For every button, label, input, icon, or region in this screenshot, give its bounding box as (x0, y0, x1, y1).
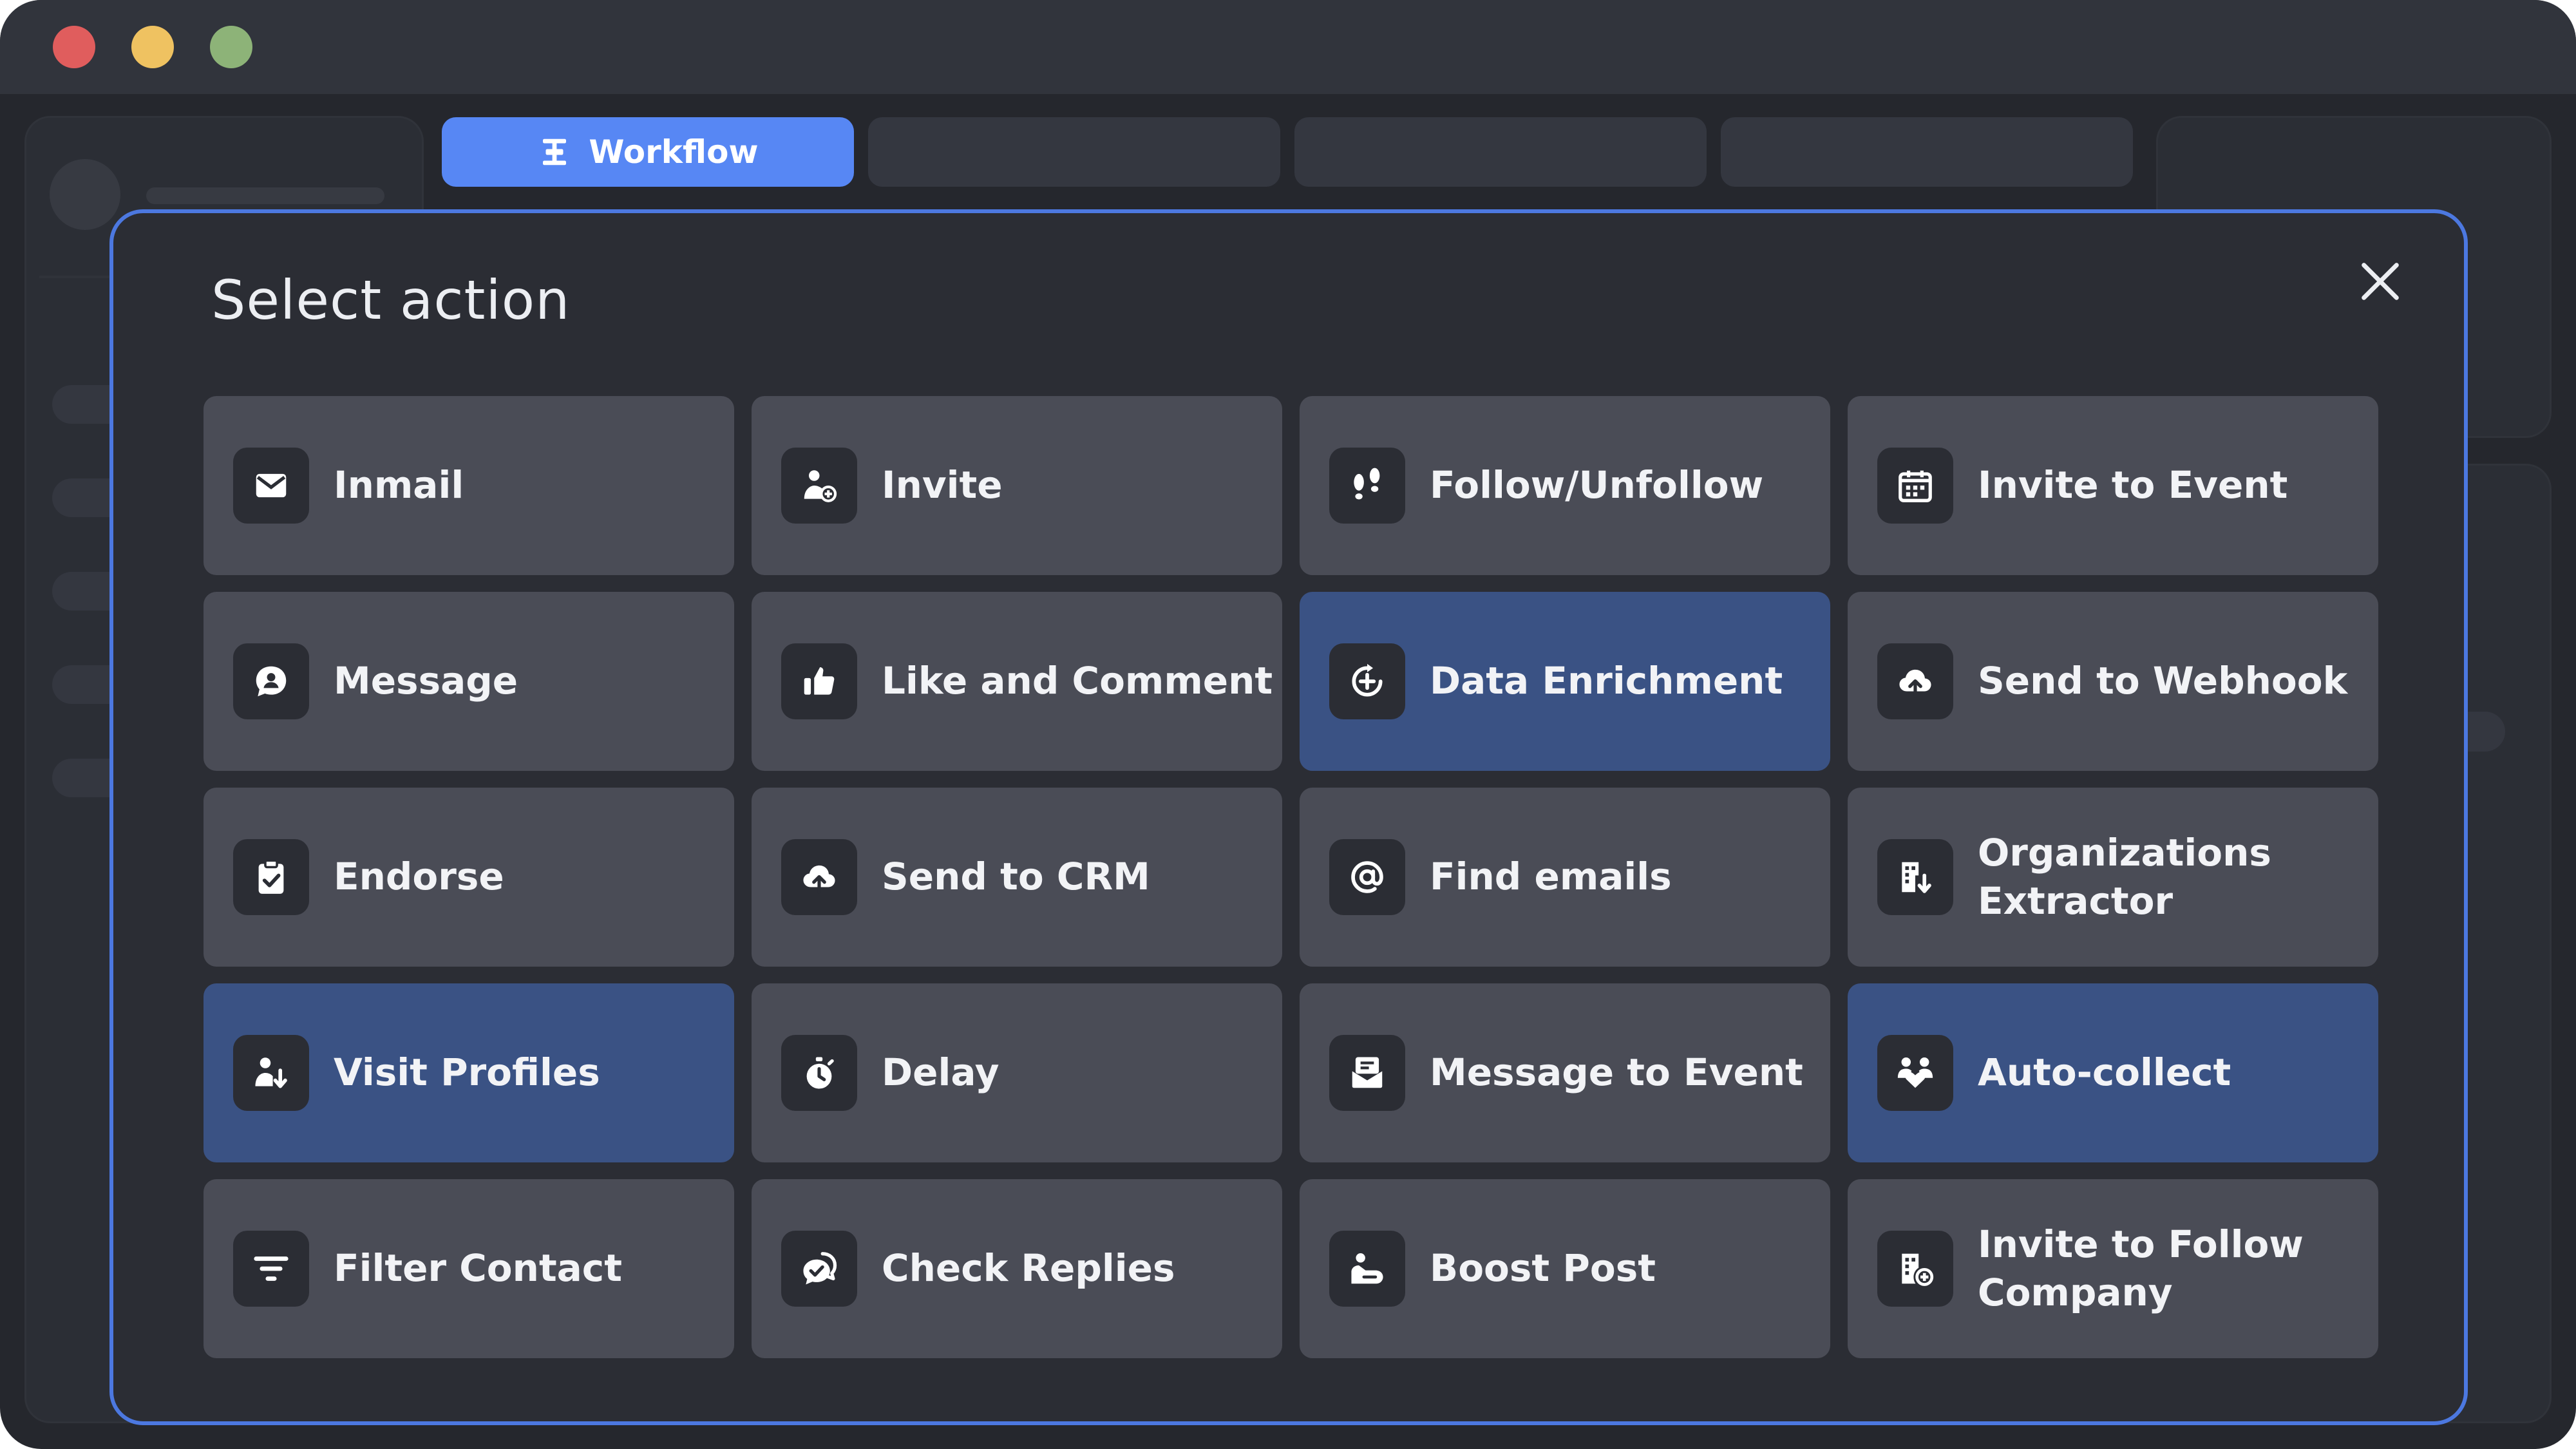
action-label: Inmail (334, 463, 464, 507)
action-message[interactable]: Message (204, 592, 734, 771)
tab-placeholder[interactable] (1294, 117, 1707, 187)
building-download-icon (1877, 839, 1953, 915)
action-label: Delay (882, 1050, 999, 1095)
action-label: Filter Contact (334, 1246, 622, 1291)
thumbs-up-icon (781, 643, 857, 719)
action-message-to-event[interactable]: Message to Event (1300, 983, 1830, 1162)
action-label: Follow/Unfollow (1430, 463, 1764, 507)
action-invite-to-follow-company[interactable]: Invite to Follow Company (1848, 1179, 2378, 1358)
action-label: Data Enrichment (1430, 659, 1783, 703)
action-label: Invite (882, 463, 1003, 507)
chat-check-icon (781, 1231, 857, 1307)
action-label: Find emails (1430, 855, 1672, 899)
select-action-modal: Select action Inmail Invite Follow/Unfol… (109, 209, 2468, 1425)
hand-boost-icon (1329, 1231, 1405, 1307)
profile-placeholder (146, 187, 384, 204)
action-find-emails[interactable]: Find emails (1300, 788, 1830, 967)
action-invite[interactable]: Invite (752, 396, 1282, 575)
action-grid: Inmail Invite Follow/Unfollow Invite to … (204, 396, 2378, 1358)
cloud-upload-icon (1877, 643, 1953, 719)
action-like-and-comment[interactable]: Like and Comment (752, 592, 1282, 771)
tab-label: Workflow (589, 133, 759, 171)
close-button[interactable] (2356, 257, 2405, 306)
mail-icon (233, 448, 309, 524)
action-label: Auto-collect (1978, 1050, 2231, 1095)
action-check-replies[interactable]: Check Replies (752, 1179, 1282, 1358)
action-data-enrichment[interactable]: Data Enrichment (1300, 592, 1830, 771)
action-inmail[interactable]: Inmail (204, 396, 734, 575)
people-heart-icon (1877, 1035, 1953, 1111)
window-close-button[interactable] (53, 26, 95, 68)
cloud-upload-icon (781, 839, 857, 915)
action-send-to-crm[interactable]: Send to CRM (752, 788, 1282, 967)
action-follow-unfollow[interactable]: Follow/Unfollow (1300, 396, 1830, 575)
tab-workflow[interactable]: Workflow (442, 117, 854, 187)
action-send-to-webhook[interactable]: Send to Webhook (1848, 592, 2378, 771)
action-label: Invite to Event (1978, 463, 2288, 507)
avatar (50, 159, 120, 230)
action-label: Invite to Follow Company (1978, 1222, 2304, 1314)
action-label: Boost Post (1430, 1246, 1656, 1291)
action-label: Organizations Extractor (1978, 830, 2271, 923)
action-label: Message to Event (1430, 1050, 1803, 1095)
at-sign-icon (1329, 839, 1405, 915)
action-label: Visit Profiles (334, 1050, 600, 1095)
action-filter-contact[interactable]: Filter Contact (204, 1179, 734, 1358)
action-boost-post[interactable]: Boost Post (1300, 1179, 1830, 1358)
tab-placeholder[interactable] (1721, 117, 2133, 187)
timer-icon (781, 1035, 857, 1111)
workflow-icon (537, 135, 572, 169)
person-arrow-icon (233, 1035, 309, 1111)
action-invite-to-event[interactable]: Invite to Event (1848, 396, 2378, 575)
title-bar (0, 0, 2576, 94)
add-person-icon (781, 448, 857, 524)
action-visit-profiles[interactable]: Visit Profiles (204, 983, 734, 1162)
window-zoom-button[interactable] (210, 26, 252, 68)
modal-title: Select action (211, 269, 571, 332)
enrich-icon (1329, 643, 1405, 719)
close-icon (2362, 263, 2399, 300)
footprints-icon (1329, 448, 1405, 524)
chat-person-icon (233, 643, 309, 719)
calendar-icon (1877, 448, 1953, 524)
action-organizations-extractor[interactable]: Organizations Extractor (1848, 788, 2378, 967)
action-label: Like and Comment (882, 659, 1273, 703)
action-label: Message (334, 659, 518, 703)
building-add-icon (1877, 1231, 1953, 1307)
filter-icon (233, 1231, 309, 1307)
window-minimize-button[interactable] (131, 26, 174, 68)
action-delay[interactable]: Delay (752, 983, 1282, 1162)
envelope-event-icon (1329, 1035, 1405, 1111)
action-label: Send to CRM (882, 855, 1150, 899)
action-label: Check Replies (882, 1246, 1175, 1291)
tab-placeholder[interactable] (868, 117, 1280, 187)
clipboard-check-icon (233, 839, 309, 915)
app-window: Workflow Select action Inmail Invite Fol… (0, 0, 2576, 1449)
action-label: Send to Webhook (1978, 659, 2348, 703)
action-auto-collect[interactable]: Auto-collect (1848, 983, 2378, 1162)
action-label: Endorse (334, 855, 504, 899)
action-endorse[interactable]: Endorse (204, 788, 734, 967)
